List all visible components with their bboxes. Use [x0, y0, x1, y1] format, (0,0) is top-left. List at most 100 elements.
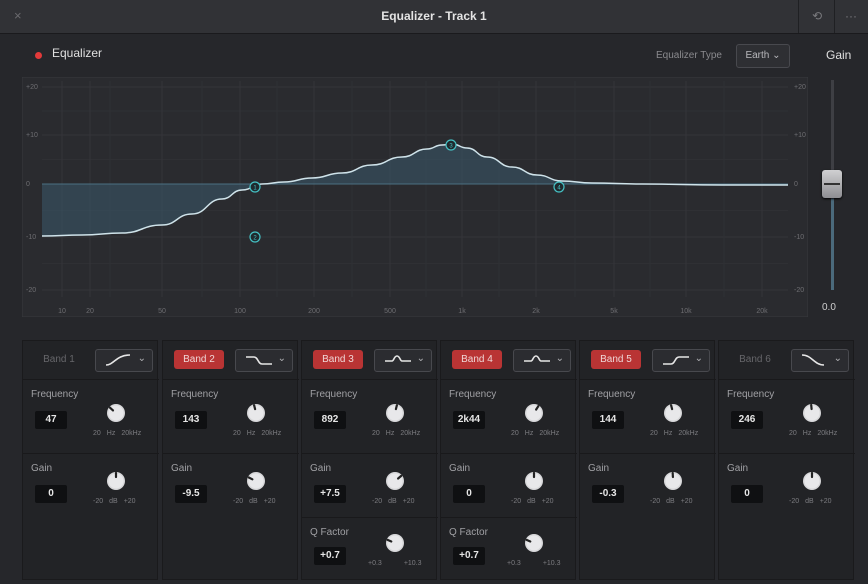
filter-shape-dropdown[interactable]: ⌄ — [235, 349, 293, 372]
more-options-icon[interactable]: ··· — [838, 6, 864, 26]
x-axis-label: 1k — [458, 308, 466, 315]
frequency-section: Frequency 246 20 Hz 20kHz — [719, 379, 855, 454]
scale-max: +20 — [402, 498, 415, 505]
scale-unit: Hz — [385, 430, 395, 437]
scale-unit: Hz — [663, 430, 673, 437]
frequency-value-field[interactable]: 47 — [35, 411, 67, 429]
gain-fader-fill — [831, 185, 834, 290]
q-factor-knob[interactable] — [382, 530, 408, 556]
bell-filter-icon — [524, 355, 550, 362]
x-axis-label: 10k — [680, 308, 692, 315]
band-toggle-button[interactable]: Band 2 — [174, 350, 224, 369]
x-axis-label: 5k — [610, 308, 618, 315]
band-panel-1: Band 1 ⌄ Frequency 47 20 Hz 20kHz Gain 0 — [22, 340, 159, 580]
frequency-value-field[interactable]: 2k44 — [453, 411, 485, 429]
scale-min: 20 — [511, 430, 519, 437]
gain-knob[interactable] — [660, 468, 686, 494]
band-toggle-button[interactable]: Band 5 — [591, 350, 641, 369]
gain-value-field[interactable]: 0 — [453, 485, 485, 503]
scale-unit: dB — [805, 498, 814, 505]
frequency-knob[interactable] — [660, 400, 686, 426]
band-toggle-button[interactable]: Band 3 — [313, 350, 363, 369]
frequency-scale: 20 Hz 20kHz — [93, 430, 147, 437]
frequency-knob[interactable] — [103, 400, 129, 426]
scale-max: +20 — [680, 498, 693, 505]
q-factor-value-field[interactable]: +0.7 — [453, 547, 485, 565]
x-axis-label: 50 — [158, 308, 166, 315]
eq-graph[interactable]: +20 +10 0 -10 -20 +20 +10 0 -10 -20 10 20 50 100 200 50… — [22, 77, 808, 317]
filter-shape-dropdown[interactable]: ⌄ — [652, 349, 710, 372]
y-axis-label-left: 0 — [26, 181, 30, 188]
reset-icon[interactable]: ⟲ — [804, 6, 830, 26]
gain-section: Gain -0.3 -20 dB +20 — [580, 453, 716, 518]
gain-knob[interactable] — [799, 468, 825, 494]
scale-unit: Hz — [524, 430, 534, 437]
frequency-knob[interactable] — [521, 400, 547, 426]
q-factor-value-field[interactable]: +0.7 — [314, 547, 346, 565]
frequency-knob[interactable] — [382, 400, 408, 426]
band-toggle-button[interactable]: Band 4 — [452, 350, 502, 369]
frequency-value-field[interactable]: 144 — [592, 411, 624, 429]
band-panel-4: Band 4 ⌄ Frequency 2k44 20 Hz 20kHz Gain — [440, 340, 577, 580]
scale-min: -20 — [650, 498, 661, 505]
filter-shape-dropdown[interactable]: ⌄ — [95, 349, 153, 372]
chevron-down-icon: ⌄ — [772, 50, 781, 61]
gain-fader-handle[interactable] — [822, 170, 842, 198]
frequency-value-field[interactable]: 143 — [175, 411, 207, 429]
band-header: Band 3 ⌄ — [302, 341, 438, 380]
equalizer-type-dropdown[interactable]: Earth ⌄ — [736, 44, 790, 68]
frequency-value-field[interactable]: 246 — [731, 411, 763, 429]
q-factor-knob[interactable] — [521, 530, 547, 556]
scale-max: 20kHz — [817, 430, 838, 437]
gain-knob[interactable] — [243, 468, 269, 494]
x-axis-label: 100 — [234, 308, 246, 315]
y-axis-label-right: -20 — [794, 287, 804, 294]
frequency-knob[interactable] — [243, 400, 269, 426]
frequency-label: Frequency — [31, 389, 79, 400]
scale-max: 20kHz — [121, 430, 142, 437]
hipass-filter-icon — [105, 354, 131, 366]
gain-label: Gain — [449, 463, 471, 474]
gain-value-field[interactable]: 0 — [35, 485, 67, 503]
gain-title: Gain — [826, 48, 852, 62]
equalizer-type-label: Equalizer Type — [656, 50, 722, 61]
gain-value-field[interactable]: -0.3 — [592, 485, 624, 503]
scale-max: +10.3 — [542, 560, 561, 567]
frequency-knob[interactable] — [799, 400, 825, 426]
chevron-down-icon: ⌄ — [277, 353, 286, 364]
chevron-down-icon: ⌄ — [555, 353, 564, 364]
gain-knob[interactable] — [103, 468, 129, 494]
band-toggle-button[interactable]: Band 6 — [730, 350, 780, 369]
x-axis-label: 2k — [532, 308, 540, 315]
gain-knob[interactable] — [382, 468, 408, 494]
x-axis-label: 10 — [58, 308, 66, 315]
gain-value-field[interactable]: -9.5 — [175, 485, 207, 503]
gain-knob[interactable] — [521, 468, 547, 494]
band-header: Band 2 ⌄ — [163, 341, 299, 380]
scale-max: 20kHz — [261, 430, 282, 437]
chevron-down-icon: ⌄ — [416, 353, 425, 364]
scale-unit: dB — [249, 498, 258, 505]
gain-section: Gain 0 -20 dB +20 — [441, 453, 577, 518]
filter-shape-dropdown[interactable]: ⌄ — [513, 349, 571, 372]
scale-max: +10.3 — [403, 560, 422, 567]
gain-section: Gain -9.5 -20 dB +20 — [163, 453, 299, 518]
q-factor-label: Q Factor — [310, 527, 349, 538]
y-axis-label-left: +10 — [26, 132, 38, 139]
scale-min: 20 — [93, 430, 101, 437]
filter-shape-dropdown[interactable]: ⌄ — [374, 349, 432, 372]
scale-unit: Hz — [802, 430, 812, 437]
gain-value-field[interactable]: +7.5 — [314, 485, 346, 503]
filter-shape-dropdown[interactable]: ⌄ — [791, 349, 849, 372]
scale-min: -20 — [372, 498, 383, 505]
scale-min: -20 — [93, 498, 104, 505]
gain-label: Gain — [31, 463, 53, 474]
gain-scale: -20 dB +20 — [650, 498, 699, 505]
band-header: Band 6 ⌄ — [719, 341, 855, 380]
band-panel-6: Band 6 ⌄ Frequency 246 20 Hz 20kHz Gain — [718, 340, 855, 580]
y-axis-label-right: +10 — [794, 132, 806, 139]
equalizer-enable-toggle[interactable] — [35, 52, 42, 59]
band-toggle-button[interactable]: Band 1 — [34, 350, 84, 369]
frequency-value-field[interactable]: 892 — [314, 411, 346, 429]
gain-value-field[interactable]: 0 — [731, 485, 763, 503]
